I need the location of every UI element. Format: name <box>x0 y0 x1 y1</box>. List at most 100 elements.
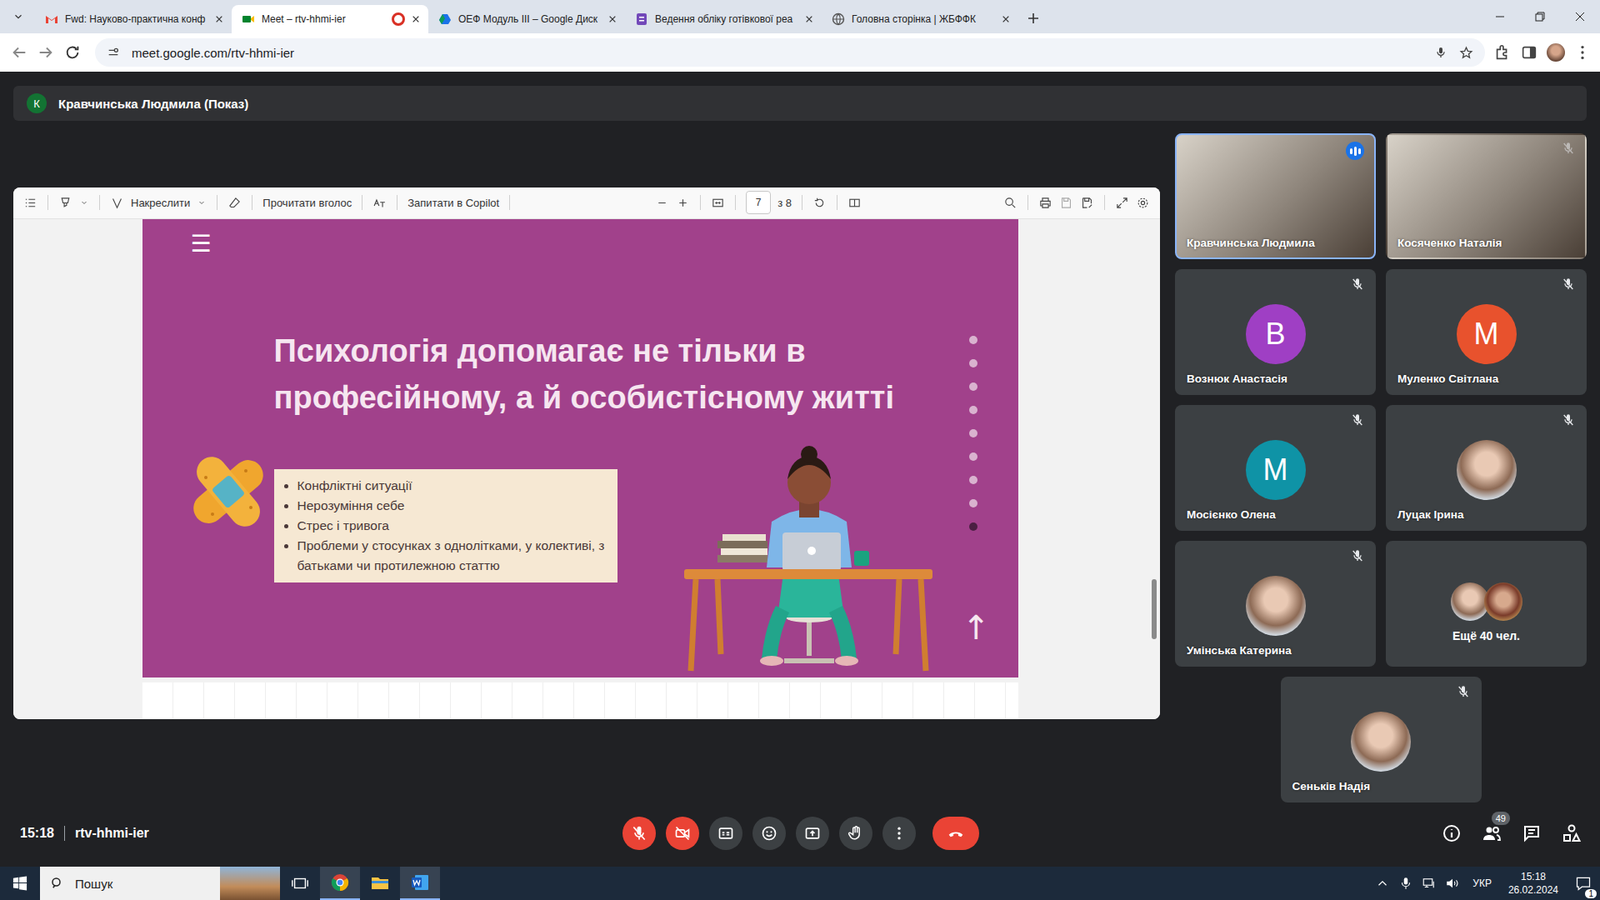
input-language[interactable]: УКР <box>1464 877 1500 890</box>
fit-page-icon[interactable] <box>710 195 725 210</box>
slide-dot[interactable] <box>969 452 978 461</box>
participant-avatar: М <box>1456 304 1517 365</box>
browser-tab[interactable]: ОЕФ Модуль III – Google Диск <box>428 5 625 34</box>
print-icon[interactable] <box>1038 195 1053 210</box>
raise-hand-button[interactable] <box>839 816 873 850</box>
captions-button[interactable] <box>709 816 743 850</box>
highlight-icon[interactable] <box>58 195 73 210</box>
forward-icon[interactable] <box>36 43 55 62</box>
scroll-top-button[interactable]: ↑ <box>962 610 991 645</box>
back-icon[interactable] <box>10 43 29 62</box>
participant-tile[interactable]: М Муленко Світлана <box>1385 269 1587 395</box>
volume-icon[interactable] <box>1440 875 1465 891</box>
scrollbar[interactable] <box>1150 219 1159 720</box>
restore-icon[interactable] <box>1520 0 1560 34</box>
draw-button[interactable]: Накреслити <box>130 196 190 210</box>
slide-dot[interactable] <box>969 475 978 485</box>
fullscreen-icon[interactable] <box>1115 195 1130 210</box>
leave-call-button[interactable] <box>932 816 980 850</box>
page-view-icon[interactable] <box>847 195 862 210</box>
participant-tile[interactable]: Луцак Ірина <box>1385 405 1587 531</box>
taskbar-search[interactable]: Пошук <box>40 866 280 900</box>
save-as-icon[interactable] <box>1080 195 1095 210</box>
tab-title: Fwd: Науково-практична конф <box>65 13 209 25</box>
activities-icon[interactable] <box>1561 823 1582 844</box>
present-button[interactable] <box>795 816 830 850</box>
slide-dot[interactable] <box>969 499 978 508</box>
side-panel-icon[interactable] <box>1520 43 1539 62</box>
close-window-icon[interactable] <box>1560 0 1600 34</box>
task-view-icon[interactable] <box>280 874 320 893</box>
word-taskbar-button[interactable] <box>400 866 440 900</box>
close-icon[interactable] <box>215 15 224 24</box>
page-number-field[interactable]: 7 <box>745 190 771 215</box>
microphone-icon[interactable] <box>1434 45 1448 60</box>
profile-avatar[interactable] <box>1546 43 1565 62</box>
browser-tab[interactable]: Meet – rtv-hhmi-ier <box>231 5 429 34</box>
slide-dot[interactable] <box>969 359 978 368</box>
participant-tile[interactable]: М Мосієнко Олена <box>1175 405 1376 531</box>
rotate-icon[interactable] <box>812 195 827 210</box>
microphone-in-use-icon[interactable] <box>1394 875 1418 891</box>
slide-menu-button[interactable]: ☰ <box>190 232 212 256</box>
close-icon[interactable] <box>608 15 617 24</box>
close-icon[interactable] <box>411 15 420 24</box>
meeting-details-icon[interactable] <box>1441 823 1462 844</box>
ask-copilot-button[interactable]: Запитати в Copilot <box>407 196 500 210</box>
person-at-desk-illustration <box>684 442 933 675</box>
participant-tile[interactable]: Кравчинська Людмила <box>1175 133 1376 260</box>
pdf-viewport[interactable]: ☰ Психологія допомагає не тільки в профе… <box>13 219 1160 720</box>
slide-dot[interactable] <box>969 522 978 531</box>
url-text: meet.google.com/rtv-hhmi-ier <box>131 45 295 60</box>
chat-icon[interactable] <box>1521 823 1542 844</box>
explorer-taskbar-button[interactable] <box>360 866 400 900</box>
notifications-button[interactable]: 1 <box>1566 875 1600 892</box>
windows-start-icon[interactable] <box>0 875 40 891</box>
url-field[interactable]: meet.google.com/rtv-hhmi-ier <box>95 38 1485 67</box>
participant-tile[interactable]: Косяченко Наталія <box>1385 133 1587 260</box>
taskbar-clock[interactable]: 15:18 26.02.2024 <box>1500 870 1567 897</box>
zoom-out-icon[interactable] <box>655 195 670 210</box>
browser-tab[interactable]: Ведення обліку готівкової реа <box>625 5 822 34</box>
participant-tile[interactable]: Ещё 40 чел. <box>1385 540 1587 667</box>
browser-tab[interactable]: Fwd: Науково-практична конф <box>35 5 232 34</box>
translate-icon[interactable] <box>372 195 387 210</box>
chrome-taskbar-button[interactable] <box>320 866 360 900</box>
save-icon[interactable] <box>1059 195 1074 210</box>
dropdown-icon[interactable] <box>79 197 90 208</box>
close-icon[interactable] <box>805 15 814 24</box>
participant-tile[interactable]: Сеньків Надія <box>1280 676 1482 803</box>
reload-icon[interactable] <box>63 43 82 62</box>
browser-tab[interactable]: Головна сторінка | ЖБФФК <box>821 5 1019 34</box>
participant-tile[interactable]: Умінська Катерина <box>1175 540 1376 667</box>
bookmark-star-icon[interactable] <box>1459 45 1474 60</box>
minimize-icon[interactable] <box>1480 0 1520 34</box>
bullet-item: Проблеми у стосунках з однолітками, у ко… <box>297 535 610 576</box>
camera-button[interactable] <box>665 816 700 850</box>
slide-dot[interactable] <box>969 382 978 391</box>
contents-icon[interactable] <box>23 195 38 210</box>
read-aloud-button[interactable]: Прочитати вголос <box>262 196 352 210</box>
microphone-button[interactable] <box>622 816 656 850</box>
participant-tile[interactable]: В Вознюк Анастасія <box>1175 269 1376 395</box>
new-tab-icon[interactable] <box>1026 11 1040 25</box>
extensions-icon[interactable] <box>1493 43 1512 62</box>
reactions-button[interactable] <box>752 816 786 850</box>
mic-off-icon <box>1456 685 1470 699</box>
tab-search-button[interactable] <box>6 5 30 29</box>
more-options-button[interactable] <box>882 816 916 850</box>
close-icon[interactable] <box>1001 15 1010 24</box>
network-icon[interactable] <box>1417 875 1441 891</box>
zoom-in-icon[interactable] <box>675 195 690 210</box>
people-button[interactable]: 49 <box>1481 823 1502 844</box>
eraser-icon[interactable] <box>227 195 242 210</box>
slide-dot[interactable] <box>969 429 978 438</box>
search-icon[interactable] <box>1003 195 1018 210</box>
dropdown-icon[interactable] <box>196 197 207 208</box>
slide-dot[interactable] <box>969 335 978 345</box>
more-menu-icon[interactable] <box>1573 43 1592 62</box>
participant-photo <box>1350 711 1411 772</box>
slide-dot[interactable] <box>969 405 978 415</box>
show-hidden-icons-icon[interactable] <box>1370 875 1395 891</box>
settings-gear-icon[interactable] <box>1135 195 1150 210</box>
